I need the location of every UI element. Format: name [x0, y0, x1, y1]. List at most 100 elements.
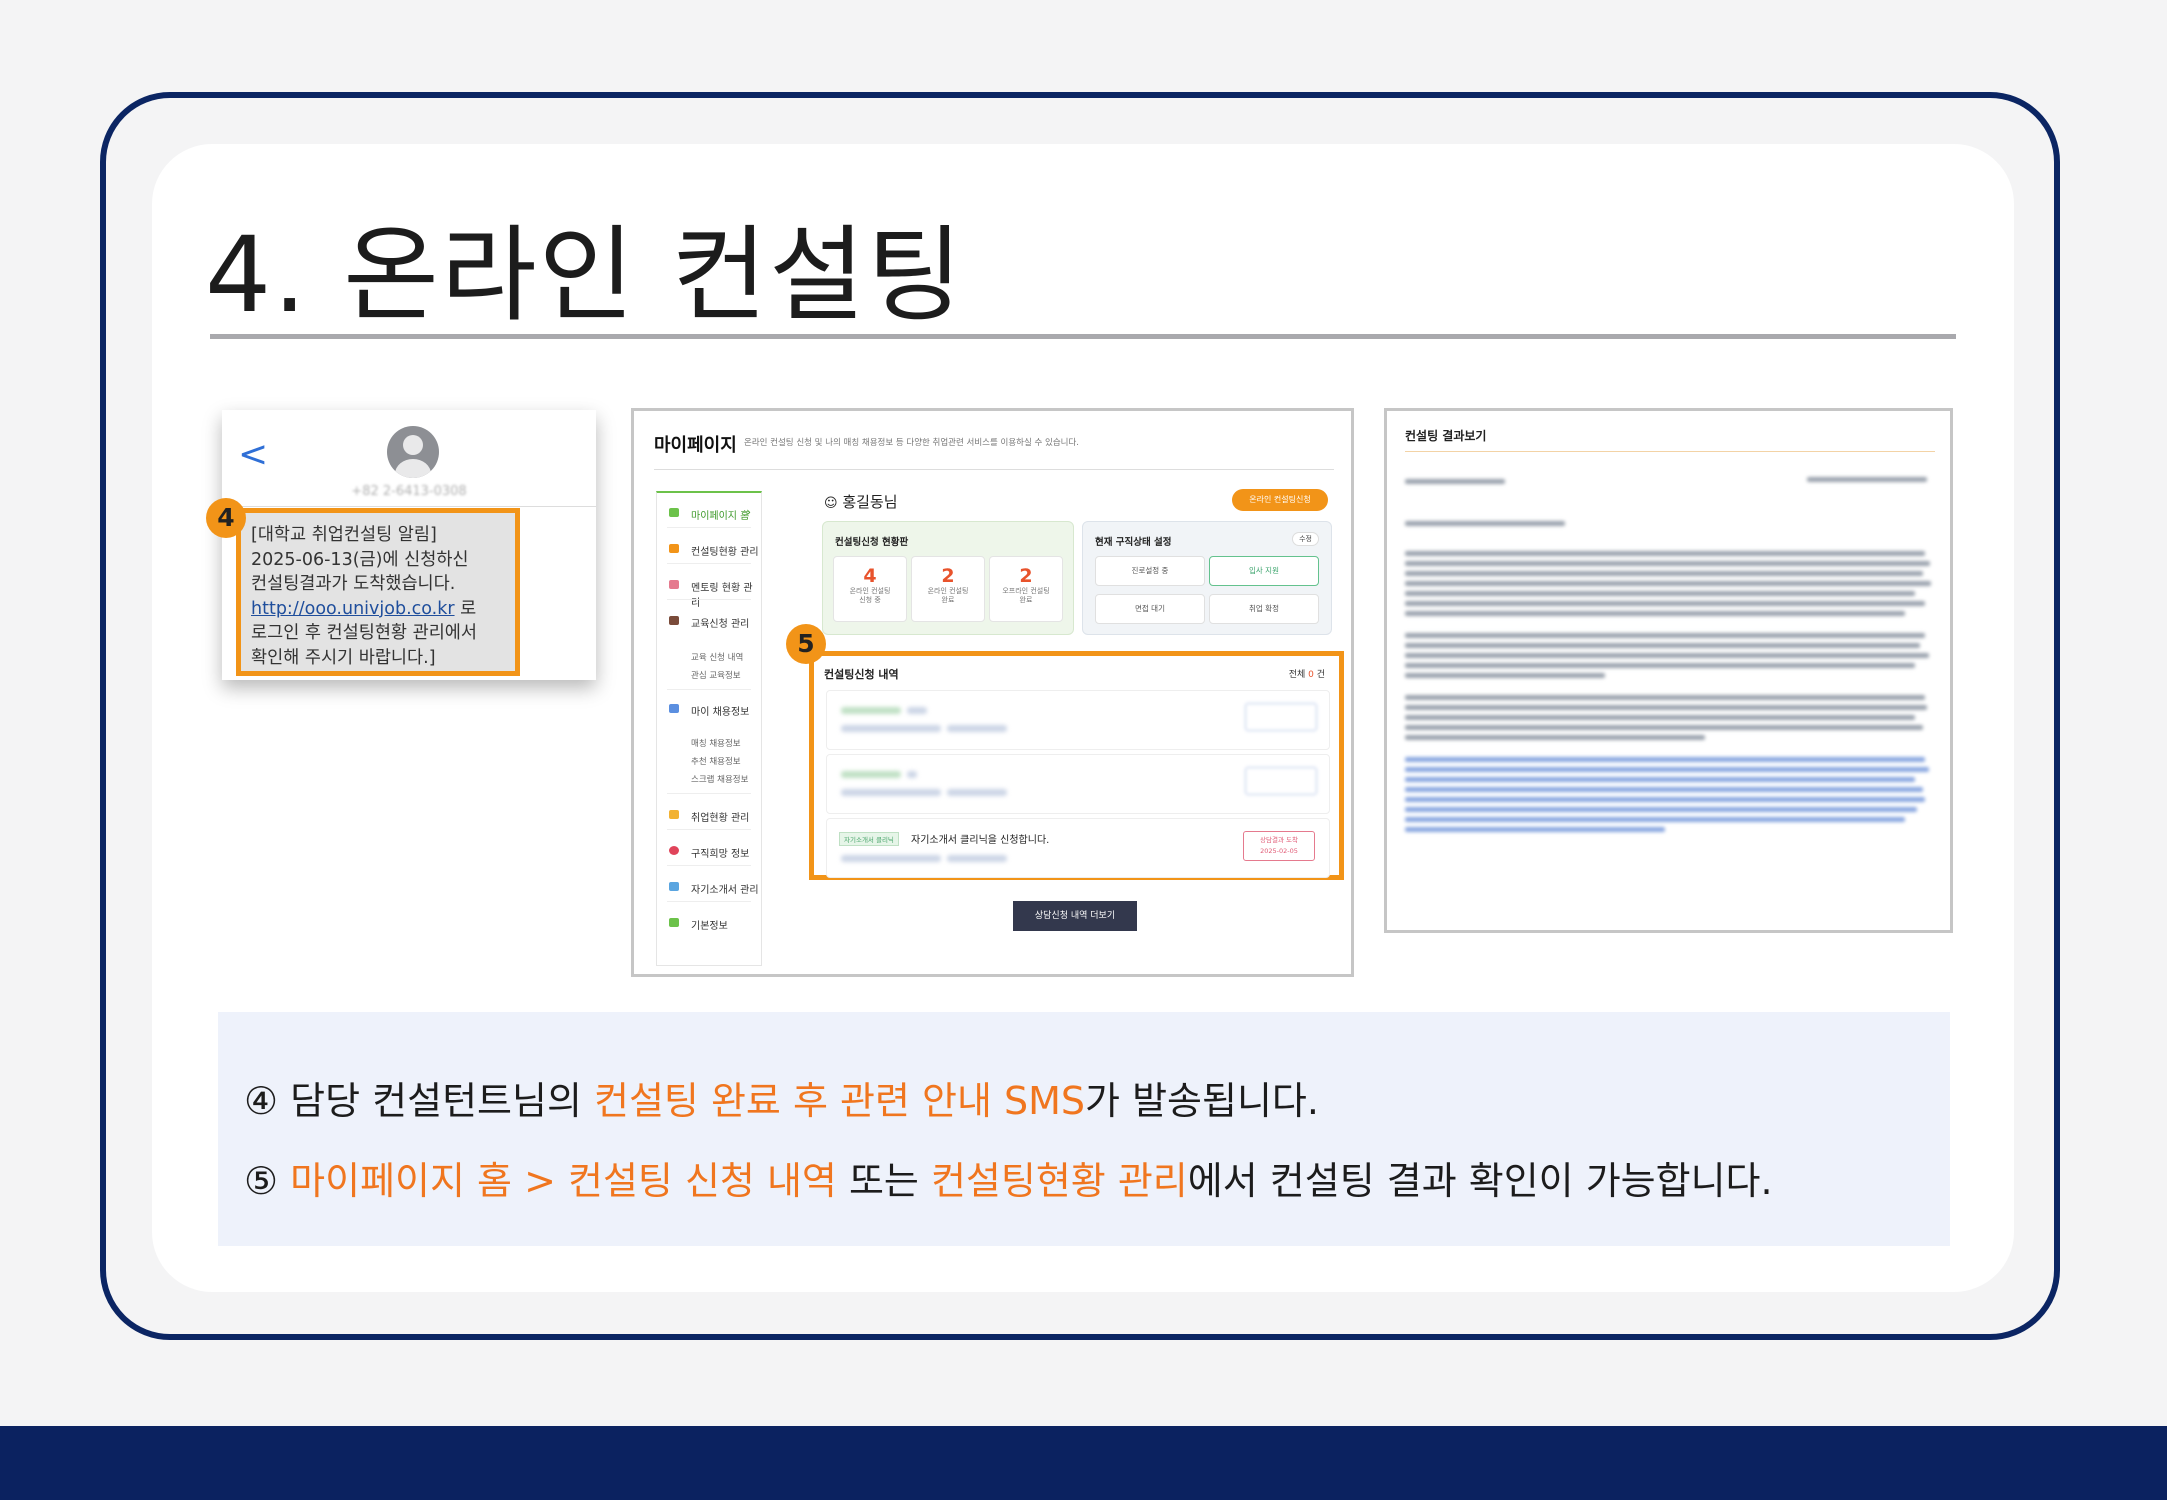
total-prefix: 전체: [1288, 670, 1309, 680]
sms-link-suffix: 로: [454, 598, 477, 619]
result-screenshot: 컨설팅 결과보기: [1384, 408, 1953, 933]
history-row[interactable]: [826, 690, 1330, 750]
text: ⑤: [244, 1159, 291, 1203]
blurred-text: [1405, 817, 1905, 822]
sidebar-item-label: 자기소개서 관리: [691, 885, 759, 896]
footer-band: [0, 1426, 2167, 1500]
online-consult-button[interactable]: 온라인 컨설팅신청: [1232, 489, 1328, 511]
history-total: 전체 0 건: [1289, 667, 1325, 680]
blurred-text: [1405, 827, 1665, 832]
blurred-text: [1405, 633, 1925, 638]
stat-label: 신청 중: [859, 596, 881, 604]
stat-value: 2: [1019, 565, 1033, 587]
folder-icon: [669, 810, 679, 819]
sms-line: http://ooo.univjob.co.kr 로: [251, 597, 507, 622]
sidebar-subitem[interactable]: 추천 채용정보: [691, 755, 741, 767]
blurred-text: [1405, 601, 1925, 606]
sidebar-item-consulting[interactable]: 컨설팅현황 관리: [657, 539, 761, 561]
job-status-option[interactable]: 면접 대기: [1095, 594, 1205, 624]
divider: [654, 469, 1334, 470]
more-history-button[interactable]: 상담신청 내역 더보기: [1013, 901, 1137, 931]
mypage-subheading: 온라인 컨설팅 신청 및 나의 매칭 채용정보 등 다양한 취업관련 서비스를 …: [744, 438, 1079, 448]
blurred-text: [1405, 521, 1565, 526]
job-status-heading: 현재 구직상태 설정: [1095, 537, 1172, 548]
blurred-text: [1405, 561, 1930, 566]
explanation-line-4: ④ 담당 컨설턴트님의 컨설팅 완료 후 관련 안내 SMS가 발송됩니다.: [244, 1070, 1319, 1125]
sms-line: 로그인 후 컨설팅현황 관리에서: [251, 623, 477, 643]
user-icon: ☺: [824, 496, 838, 511]
sidebar-item-mentoring[interactable]: 멘토링 현황 관리: [657, 575, 761, 609]
history-row[interactable]: [826, 754, 1330, 814]
sidebar: 마이페이지 홈 › 컨설팅현황 관리 멘토링 현황 관리 교육신청 관리 교육 …: [656, 491, 762, 966]
avatar-icon: [387, 426, 439, 478]
stat-card[interactable]: 2 온라인 컨설팅 완료: [911, 556, 985, 622]
divider: [667, 829, 751, 830]
home-icon: [669, 508, 679, 517]
stat-label: 완료: [1019, 596, 1033, 604]
stat-card[interactable]: 4 온라인 컨설팅 신청 중: [833, 556, 907, 622]
sidebar-subitem[interactable]: 스크랩 채용정보: [691, 773, 748, 785]
back-arrow-icon[interactable]: <: [238, 434, 268, 475]
sidebar-item-cover-letter[interactable]: 자기소개서 관리: [657, 877, 761, 899]
sidebar-item-label: 멘토링 현황 관리: [691, 583, 753, 609]
job-status-option[interactable]: 입사 지원: [1209, 556, 1319, 586]
text: 에서 컨설팅 결과 확인이 가능합니다.: [1187, 1159, 1773, 1203]
highlight-text: 컨설팅 완료 후 관련 안내 SMS: [594, 1079, 1086, 1123]
sidebar-item-employment[interactable]: 취업현황 관리: [657, 805, 761, 827]
highlight-text: 마이페이지 홈 > 컨설팅 신청 내역: [290, 1159, 837, 1203]
sidebar-item-wish[interactable]: 구직희망 정보: [657, 841, 761, 863]
page-title: 4. 온라인 컨설팅: [205, 214, 965, 336]
edit-button[interactable]: 수정: [1292, 532, 1319, 546]
sidebar-item-my-jobs[interactable]: 마이 채용정보: [657, 699, 761, 721]
job-status-option[interactable]: 진로설정 중: [1095, 556, 1205, 586]
divider: [222, 506, 596, 507]
blurred-text: [1405, 611, 1905, 616]
sidebar-item-label: 취업현황 관리: [691, 813, 750, 824]
sidebar-subitem[interactable]: 교육 신청 내역: [691, 651, 743, 663]
blurred-text: [1405, 757, 1925, 762]
title-divider: [210, 334, 1956, 339]
blurred-text: [841, 789, 941, 796]
step-badge-5: 5: [786, 624, 826, 664]
stat-value: 2: [941, 565, 955, 587]
blurred-text: [907, 707, 927, 714]
job-status-option[interactable]: 취업 확정: [1209, 594, 1319, 624]
row-button[interactable]: [1245, 703, 1317, 731]
result-date: 2025-02-05: [1260, 847, 1298, 855]
step-badge-4: 4: [206, 498, 246, 538]
divider: [667, 793, 751, 794]
sidebar-item-basic-info[interactable]: 기본정보: [657, 913, 761, 935]
stat-label: 온라인 컨설팅: [849, 587, 891, 595]
blurred-text: [1405, 777, 1915, 782]
document-icon: [669, 882, 679, 891]
sidebar-item-label: 마이 채용정보: [691, 707, 750, 718]
blurred-text: [1405, 551, 1925, 556]
sidebar-item-home[interactable]: 마이페이지 홈 ›: [657, 503, 761, 525]
sidebar-subitem[interactable]: 관심 교육정보: [691, 669, 741, 681]
blurred-text: [1405, 735, 1705, 740]
blurred-text: [947, 789, 1007, 796]
result-arrived-button[interactable]: 상담결과 도착 2025-02-05: [1243, 831, 1315, 861]
sidebar-subitem[interactable]: 매칭 채용정보: [691, 737, 741, 749]
blurred-text: [1405, 479, 1505, 484]
stat-card[interactable]: 2 오프라인 컨설팅 완료: [989, 556, 1063, 622]
blurred-text: [841, 771, 901, 778]
history-row[interactable]: 자기소개서 클리닉 자기소개서 클리닉을 신청합니다. 상담결과 도착 2025…: [826, 818, 1330, 878]
sidebar-item-label: 컨설팅현황 관리: [691, 547, 759, 558]
sms-link[interactable]: http://ooo.univjob.co.kr: [251, 599, 455, 619]
blurred-text: [1405, 807, 1917, 812]
divider: [1405, 451, 1935, 452]
row-button[interactable]: [1245, 767, 1317, 795]
blurred-text: [1405, 787, 1923, 792]
blurred-text: [947, 725, 1007, 732]
sms-line: 확인해 주시기 바랍니다.]: [251, 647, 436, 668]
mypage-screenshot: 마이페이지 온라인 컨설팅 신청 및 나의 매칭 채용정보 등 다양한 취업관련…: [631, 408, 1354, 977]
divider: [667, 901, 751, 902]
total-suffix: 건: [1313, 670, 1325, 680]
folder-icon: [669, 544, 679, 553]
blurred-text: [1405, 673, 1605, 678]
highlight-text: 컨설팅현황 관리: [930, 1159, 1188, 1203]
explanation-line-5: ⑤ 마이페이지 홈 > 컨설팅 신청 내역 또는 컨설팅현황 관리에서 컨설팅 …: [244, 1150, 1773, 1205]
blurred-text: [1405, 591, 1915, 596]
sidebar-item-education[interactable]: 교육신청 관리: [657, 611, 761, 633]
